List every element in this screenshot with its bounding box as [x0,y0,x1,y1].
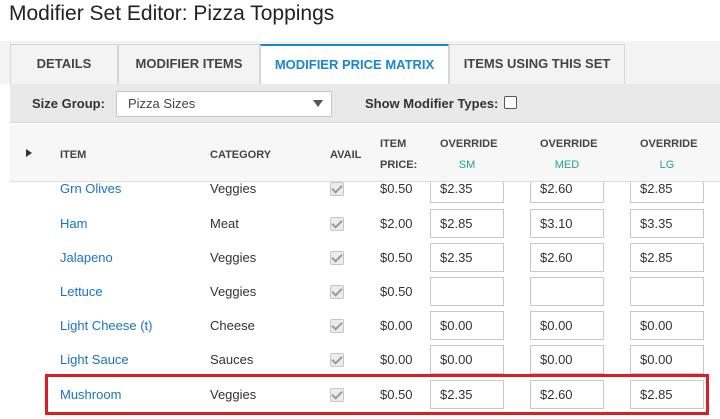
col-category: CATEGORY [210,149,272,161]
override-lg-input[interactable]: $3.35 [630,209,704,238]
item-category: Veggies [210,182,257,196]
row-highlight-box [45,374,709,415]
item-price: $0.00 [380,352,413,367]
tab-modifier-items[interactable]: MODIFIER ITEMS [118,44,260,84]
item-category: Veggies [210,250,257,265]
col-override-lg: OVERRIDE [640,138,698,150]
override-sm-input[interactable]: $0.00 [430,311,504,340]
col-item-price-line2: PRICE: [380,159,418,171]
col-override-sm: OVERRIDE [440,138,498,150]
show-modifier-types-label: Show Modifier Types: [365,96,499,111]
table-row: Lettuce Veggies $0.50 [10,275,720,309]
override-med-input[interactable]: $3.10 [530,209,604,238]
item-price: $2.00 [380,216,413,231]
item-price: $0.50 [380,284,413,299]
page-title: Modifier Set Editor: Pizza Toppings [9,2,335,25]
override-med-input[interactable]: $2.60 [530,182,604,203]
col-avail: AVAIL [330,149,362,161]
item-name[interactable]: Light Sauce [60,352,129,367]
item-category: Cheese [210,318,255,333]
expand-arrow-icon[interactable] [26,149,32,157]
override-med-input[interactable] [530,277,604,306]
item-category: Sauces [210,352,254,367]
avail-checkbox[interactable] [330,285,344,299]
avail-checkbox[interactable] [330,251,344,265]
override-sm-input[interactable]: $2.35 [430,182,504,203]
tab-items-using-this-set[interactable]: ITEMS USING THIS SET [449,44,625,84]
col-override-med: OVERRIDE [540,138,598,150]
override-lg-input[interactable]: $0.00 [630,345,704,374]
toolbar: Size Group: Pizza Sizes Show Modifier Ty… [10,84,720,123]
tab-modifier-price-matrix[interactable]: MODIFIER PRICE MATRIX [260,44,449,85]
table-row: Grn Olives Veggies $0.50 $2.35 $2.60 $2.… [10,182,720,207]
item-price: $0.50 [380,250,413,265]
table-row: Jalapeno Veggies $0.50 $2.35 $2.60 $2.85 [10,241,720,275]
override-lg-input[interactable]: $0.00 [630,311,704,340]
override-sm-input[interactable] [430,277,504,306]
table-header: ITEM CATEGORY AVAIL ITEM PRICE: OVERRIDE… [10,124,720,182]
item-name[interactable]: Ham [60,216,87,231]
col-item: ITEM [60,149,87,161]
tab-details[interactable]: DETAILS [10,44,118,84]
size-group-value: Pizza Sizes [128,96,196,111]
item-name[interactable]: Grn Olives [60,182,121,196]
col-size-med: MED [554,159,580,171]
avail-checkbox[interactable] [330,182,344,196]
override-med-input[interactable]: $2.60 [530,243,604,272]
override-med-input[interactable]: $0.00 [530,345,604,374]
col-size-sm: SM [458,159,476,171]
override-med-input[interactable]: $0.00 [530,311,604,340]
override-sm-input[interactable]: $2.85 [430,209,504,238]
avail-checkbox[interactable] [330,319,344,333]
col-size-lg: LG [659,159,675,171]
table-row: Light Cheese (t) Cheese $0.00 $0.00 $0.0… [10,309,720,343]
item-name[interactable]: Lettuce [60,284,103,299]
chevron-down-icon [313,100,323,107]
table-row: Ham Meat $2.00 $2.85 $3.10 $3.35 [10,207,720,241]
override-sm-input[interactable]: $2.35 [430,243,504,272]
size-group-label: Size Group: [32,96,105,111]
override-lg-input[interactable]: $2.85 [630,182,704,203]
size-group-select[interactable]: Pizza Sizes [116,91,332,117]
show-modifier-types-checkbox[interactable] [504,96,517,109]
override-lg-input[interactable] [630,277,704,306]
item-name[interactable]: Jalapeno [60,250,113,265]
item-price: $0.00 [380,318,413,333]
item-category: Meat [210,216,239,231]
override-sm-input[interactable]: $0.00 [430,345,504,374]
avail-checkbox[interactable] [330,353,344,367]
item-category: Veggies [210,284,257,299]
avail-checkbox[interactable] [330,217,344,231]
tab-bar: DETAILS MODIFIER ITEMS MODIFIER PRICE MA… [0,41,720,85]
col-item-price-line1: ITEM [380,138,407,150]
override-lg-input[interactable]: $2.85 [630,243,704,272]
table-row: Light Sauce Sauces $0.00 $0.00 $0.00 $0.… [10,343,720,377]
item-price: $0.50 [380,182,413,196]
item-name[interactable]: Light Cheese (t) [60,318,153,333]
